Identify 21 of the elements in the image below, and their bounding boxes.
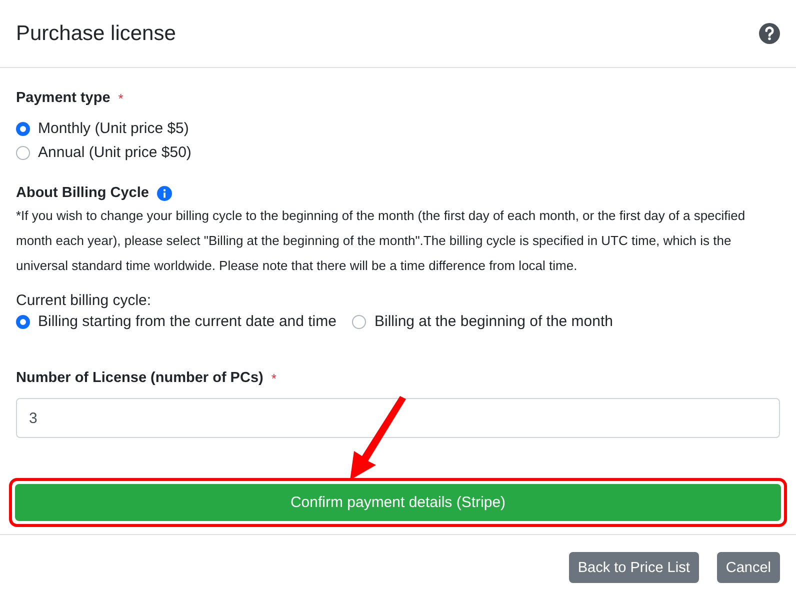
billing-note: *If you wish to change your billing cycle to the beginning of the month (the first day of each month, or the first day of a specified month each year), please select "Billing at the beginning of the month".The billing cycle is specified in UTC time, which is the universal standard time worldwide. Please note that there will be a time difference from local time. — [16, 207, 746, 275]
radio-option[interactable]: Annual (Unit price $50) — [16, 144, 780, 161]
footer-button[interactable]: Back to Price List — [568, 552, 699, 583]
radio-option[interactable]: Billing starting from the current date and time — [16, 313, 336, 330]
field-label: Current billing cycle: — [16, 292, 152, 309]
info-icon[interactable] — [156, 186, 172, 200]
footer-button[interactable]: Cancel — [716, 552, 780, 583]
required-mark: * — [118, 90, 124, 106]
field-label: Number of License (number of PCs) — [16, 370, 264, 386]
radio-button[interactable] — [16, 314, 30, 328]
license-count-field[interactable]: 3 — [16, 398, 780, 438]
radio-button[interactable] — [16, 146, 30, 160]
radio-option[interactable]: Billing at the beginning of the month — [352, 313, 613, 330]
field-label: Payment type — [16, 90, 110, 106]
help-icon[interactable] — [759, 23, 780, 44]
section-heading: About Billing Cycle — [16, 185, 149, 201]
dialog-title: Purchase license — [16, 22, 176, 46]
radio-option[interactable]: Monthly (Unit price $5) — [16, 120, 780, 137]
radio-button[interactable] — [16, 122, 30, 136]
radio-button[interactable] — [352, 314, 366, 328]
required-mark: * — [271, 370, 276, 386]
